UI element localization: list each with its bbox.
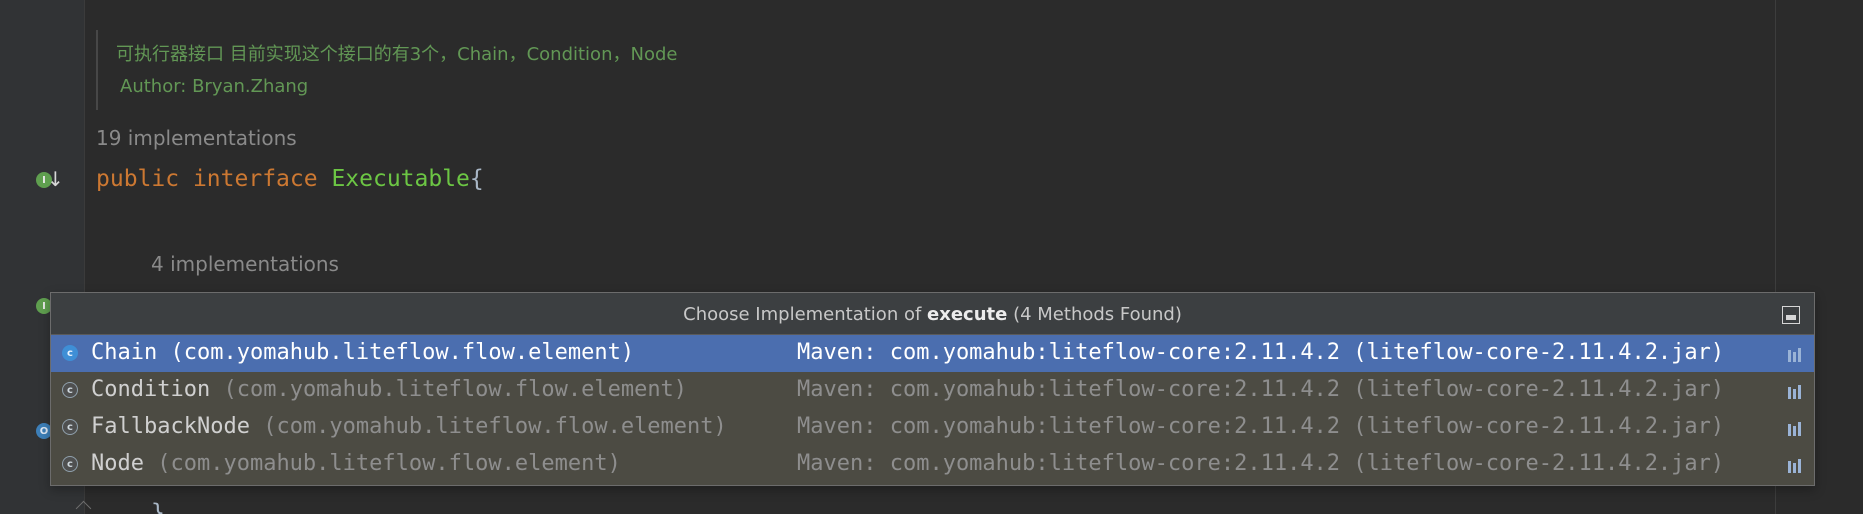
implementation-source: Maven: com.yomahub:liteflow-core:2.11.4.…: [797, 451, 1725, 476]
library-icon: [1786, 457, 1804, 473]
doc-description: 可执行器接口 目前实现这个接口的有3个，Chain，Condition，Node: [116, 44, 678, 65]
class-icon: c: [62, 345, 78, 361]
implementation-source: Maven: com.yomahub:liteflow-core:2.11.4.…: [797, 340, 1725, 365]
opening-brace: {: [469, 166, 484, 192]
library-icon: [1786, 346, 1804, 362]
down-arrow-glyph: ↓: [47, 167, 64, 191]
implementation-row-condition[interactable]: c Condition (com.yomahub.liteflow.flow.e…: [51, 372, 1814, 409]
popup-title-prefix: Choose Implementation of: [683, 304, 928, 325]
class-icon: c: [62, 419, 78, 435]
implementation-name: FallbackNode: [91, 414, 250, 439]
implementation-name-and-package: FallbackNode (com.yomahub.liteflow.flow.…: [91, 414, 727, 439]
interface-declaration-line: public interface Executable{: [96, 166, 484, 192]
implementation-source: Maven: com.yomahub:liteflow-core:2.11.4.…: [797, 414, 1725, 439]
implementation-name-and-package: Chain (com.yomahub.liteflow.flow.element…: [91, 340, 634, 365]
implementation-source: Maven: com.yomahub:liteflow-core:2.11.4.…: [797, 377, 1725, 402]
class-icon: c: [62, 456, 78, 472]
down-arrow-icon[interactable]: ↓: [47, 167, 64, 191]
library-icon: [1786, 383, 1804, 399]
implementation-name: Condition: [91, 377, 211, 402]
interface-keyword: interface: [192, 166, 318, 192]
implementation-package: (com.yomahub.liteflow.flow.element): [157, 451, 621, 476]
implementation-package: (com.yomahub.liteflow.flow.element): [263, 414, 727, 439]
popup-title-method: execute: [927, 304, 1008, 325]
library-icon: [1786, 420, 1804, 436]
class-icon-glyph: c: [67, 421, 73, 433]
implementation-row-fallbacknode[interactable]: c FallbackNode (com.yomahub.liteflow.flo…: [51, 409, 1814, 446]
class-icon-glyph: c: [67, 384, 73, 396]
public-keyword: public: [96, 166, 180, 192]
top-implementations-hint[interactable]: 19 implementations: [96, 126, 297, 150]
implementation-name: Node: [91, 451, 144, 476]
implementation-name-and-package: Node (com.yomahub.liteflow.flow.element): [91, 451, 621, 476]
implementation-row-chain[interactable]: c Chain (com.yomahub.liteflow.flow.eleme…: [51, 335, 1814, 372]
implemented-interface-glyph: I: [42, 174, 46, 186]
class-icon-glyph: c: [67, 347, 73, 359]
implementation-name: Chain: [91, 340, 158, 365]
choose-implementation-popup[interactable]: Choose Implementation of execute (4 Meth…: [50, 292, 1815, 486]
implementation-package: (com.yomahub.liteflow.flow.element): [223, 377, 688, 402]
popup-header: Choose Implementation of execute (4 Meth…: [51, 293, 1814, 335]
override-method-glyph: O: [39, 425, 49, 437]
popup-title: Choose Implementation of execute (4 Meth…: [683, 304, 1182, 325]
method-implemented-glyph: I: [42, 300, 46, 312]
closing-brace: }: [151, 500, 165, 514]
class-icon: c: [62, 382, 78, 398]
popup-title-suffix: (4 Methods Found): [1007, 304, 1182, 325]
implementation-name-and-package: Condition (com.yomahub.liteflow.flow.ele…: [91, 377, 687, 402]
class-icon-glyph: c: [67, 458, 73, 470]
method-implementations-hint[interactable]: 4 implementations: [151, 252, 339, 276]
implementation-package: (com.yomahub.liteflow.flow.element): [170, 340, 635, 365]
pin-window-icon[interactable]: [1782, 306, 1800, 324]
java-doc-comment: 可执行器接口 目前实现这个接口的有3个，Chain，Condition，Node…: [96, 30, 677, 110]
doc-author: Author: Bryan.Zhang: [120, 76, 309, 97]
implementation-row-node[interactable]: c Node (com.yomahub.liteflow.flow.elemen…: [51, 446, 1814, 483]
executable-type-name[interactable]: Executable: [331, 166, 469, 192]
